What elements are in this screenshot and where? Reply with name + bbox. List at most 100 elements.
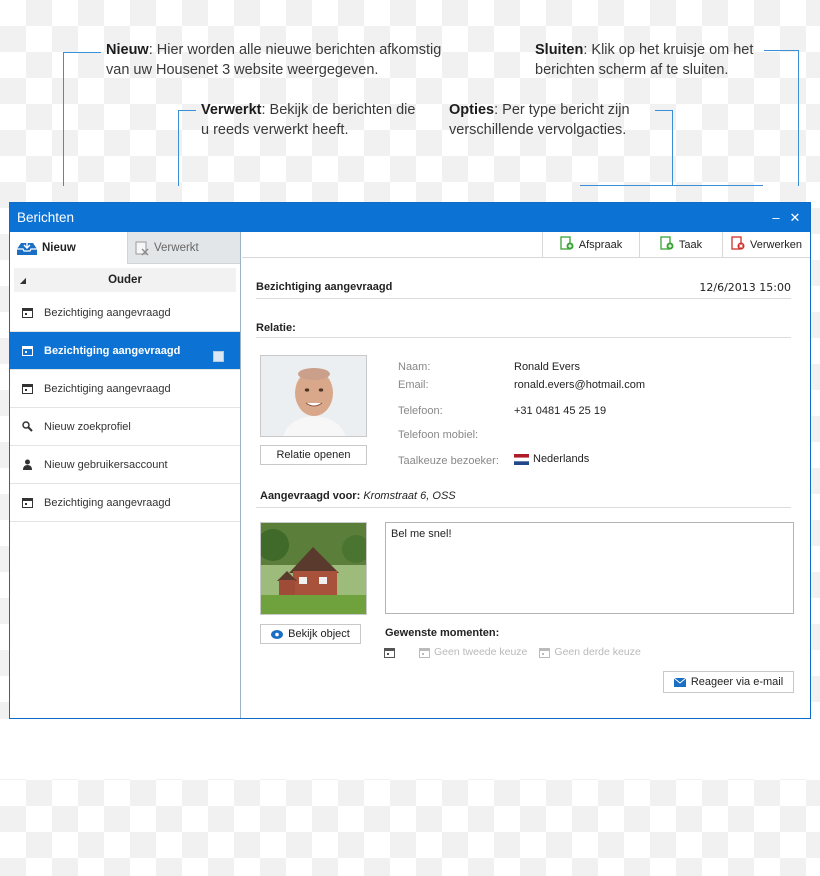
taak-label: Taak (678, 238, 703, 251)
tab-verwerkt[interactable]: Verwerkt (127, 232, 240, 264)
leader-line-opties-h (655, 110, 673, 111)
relation-photo (260, 355, 367, 437)
field-value-email: ronald.evers@hotmail.com (514, 379, 645, 391)
moment-third-label: Geen derde keuze (554, 646, 641, 658)
list-item-label: Bezichtiging aangevraagd (44, 344, 181, 357)
moments-row: Geen tweede keuze Geen derde keuze (384, 646, 641, 658)
user-icon (22, 459, 36, 470)
afspraak-label: Afspraak (578, 238, 623, 251)
message-detail-panel: Afspraak Taak Verwerken Bezichtiging aan… (242, 232, 810, 718)
moments-heading: Gewenste momenten: (385, 627, 500, 639)
list-item-label: Bezichtiging aangevraagd (44, 306, 171, 319)
dutch-flag-icon (514, 453, 529, 465)
list-item-label: Nieuw gebruikersaccount (44, 458, 168, 471)
task-icon (660, 236, 674, 253)
message-date: 12/6/2013 15:00 (699, 281, 791, 294)
message-textarea[interactable]: Bel me snel! (385, 522, 794, 614)
moment-first[interactable] (384, 647, 399, 658)
leader-line-verwerkt-v (178, 110, 179, 186)
verwerken-label: Verwerken (750, 238, 802, 251)
reply-email-label: Reageer via e-mail (690, 676, 784, 688)
list-item[interactable]: Nieuw zoekprofiel (10, 408, 240, 446)
field-label-taalkeuze: Taalkeuze bezoeker: (398, 455, 499, 467)
list-item[interactable]: Bezichtiging aangevraagd (10, 294, 240, 332)
callout-sluiten: Sluiten: Klik op het kruisje om het beri… (535, 40, 760, 80)
requested-for-city: , OSS (426, 490, 456, 502)
list-item-selected[interactable]: Bezichtiging aangevraagd (10, 332, 240, 370)
moment-second[interactable]: Geen tweede keuze (419, 646, 527, 658)
view-object-label: Bekijk object (288, 628, 350, 640)
inbox-icon (16, 240, 38, 256)
callout-verwerkt: Verwerkt: Bekijk de berichten die u reed… (201, 100, 421, 140)
field-value-naam: Ronald Evers (514, 361, 581, 373)
calendar-icon (22, 497, 36, 508)
open-relation-label: Relatie openen (276, 449, 351, 461)
tab-nieuw[interactable]: Nieuw (10, 232, 127, 264)
collapse-arrow-icon: ◢ (19, 275, 27, 285)
process-icon (731, 236, 745, 253)
open-relation-button[interactable]: Relatie openen (260, 445, 367, 465)
field-label-telefoon: Telefoon: (398, 405, 443, 417)
mail-icon (673, 677, 686, 687)
property-photo (260, 522, 367, 615)
leader-line-opties-base (580, 185, 763, 186)
list-item-label: Bezichtiging aangevraagd (44, 382, 171, 395)
verwerken-button[interactable]: Verwerken (722, 232, 810, 257)
divider (256, 337, 791, 338)
requested-for-label: Aangevraagd voor: (260, 490, 361, 502)
group-label: Ouder (108, 274, 142, 286)
list-item[interactable]: Nieuw gebruikersaccount (10, 446, 240, 484)
leader-line-nieuw-v (63, 52, 64, 186)
list-item-label: Nieuw zoekprofiel (44, 420, 131, 433)
list-item[interactable]: Bezichtiging aangevraagd (10, 484, 240, 522)
message-subject: Bezichtiging aangevraagd (256, 281, 393, 293)
calendar-icon (419, 647, 430, 658)
processed-icon (134, 240, 150, 256)
calendar-icon (384, 647, 395, 658)
moment-third[interactable]: Geen derde keuze (539, 646, 641, 658)
field-label-email: Email: (398, 379, 429, 391)
calendar-icon (22, 307, 36, 318)
list-item[interactable]: Bezichtiging aangevraagd (10, 370, 240, 408)
callout-nieuw-term: Nieuw (106, 42, 149, 58)
callout-verwerkt-term: Verwerkt (201, 102, 262, 118)
field-value-taalkeuze: Nederlands (514, 453, 589, 465)
blank-band (0, 719, 820, 779)
messages-window: Berichten – ✕ Nieuw Verwerkt ◢ Ouder Bez… (9, 202, 811, 719)
requested-for: Aangevraagd voor: Kromstraat 6, OSS (260, 490, 456, 502)
relation-heading: Relatie: (256, 322, 296, 334)
leader-line-sluiten-v (798, 50, 799, 186)
close-button[interactable]: ✕ (787, 210, 803, 226)
divider (256, 298, 791, 299)
field-label-telefoon-mobiel: Telefoon mobiel: (398, 429, 479, 441)
view-object-button[interactable]: Bekijk object (260, 624, 361, 644)
leader-line-nieuw-h (63, 52, 101, 53)
moment-second-label: Geen tweede keuze (434, 646, 528, 658)
message-list-panel: Nieuw Verwerkt ◢ Ouder Bezichtiging aang… (10, 232, 241, 718)
leader-line-sluiten-h (764, 50, 799, 51)
callout-nieuw: Nieuw: Hier worden alle nieuwe berichten… (106, 40, 456, 80)
reply-email-button[interactable]: Reageer via e-mail (663, 671, 794, 693)
taak-button[interactable]: Taak (639, 232, 722, 257)
calendar-icon (539, 647, 551, 658)
requested-for-address: Kromstraat 6 (363, 490, 427, 502)
leader-line-opties-v (672, 110, 673, 186)
callout-nieuw-text: : Hier worden alle nieuwe berichten afko… (106, 42, 442, 78)
window-titlebar: Berichten – ✕ (10, 203, 810, 232)
afspraak-button[interactable]: Afspraak (542, 232, 639, 257)
window-title: Berichten (17, 210, 75, 225)
tab-nieuw-label: Nieuw (42, 241, 76, 254)
calendar-icon (22, 345, 36, 356)
tab-bar: Nieuw Verwerkt (10, 232, 240, 264)
tab-verwerkt-label: Verwerkt (154, 241, 199, 254)
select-checkbox[interactable] (213, 351, 224, 362)
callout-opties: Opties: Per type bericht zijn verschille… (449, 100, 649, 140)
appointment-icon (560, 236, 574, 253)
leader-line-verwerkt-h (178, 110, 196, 111)
divider (256, 507, 791, 508)
group-ouder[interactable]: ◢ Ouder (14, 268, 236, 292)
list-item-label: Bezichtiging aangevraagd (44, 496, 171, 509)
minimize-button[interactable]: – (768, 210, 784, 225)
eye-icon (271, 629, 284, 639)
field-label-naam: Naam: (398, 361, 431, 373)
